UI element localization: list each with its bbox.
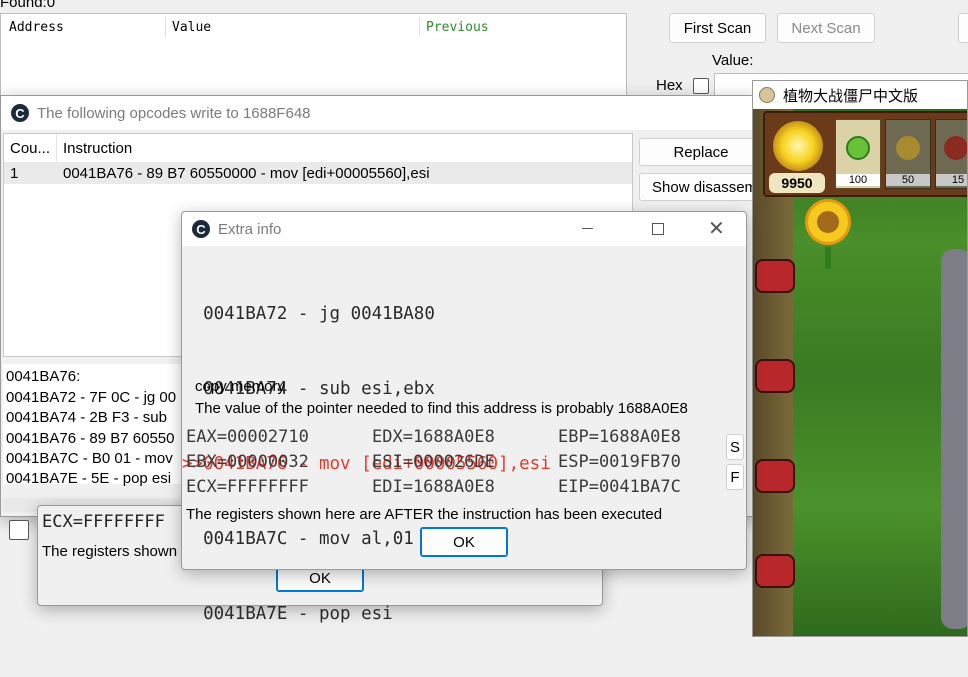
results-header: Address Value Previous [1,14,626,40]
seed-bank: 9950 100 50 15 [763,111,967,197]
copy-memory-link[interactable]: copy memory [195,378,285,395]
replace-button[interactable]: Replace [639,138,763,166]
game-titlebar[interactable]: 植物大战僵尸中文版 [753,81,967,109]
sun-counter: 9950 [769,173,825,193]
lawnmower-icon [755,554,795,588]
column-count[interactable]: Cou... [10,140,50,157]
column-instruction[interactable]: Instruction [63,140,132,157]
row-instruction: 0041BA76 - 89 B7 60550000 - mov [edi+000… [63,165,430,182]
game-window: 植物大战僵尸中文版 9950 100 50 15 [752,80,968,637]
register-value: EDI=1688A0E8 [372,477,495,497]
maximize-icon[interactable] [652,223,664,235]
disasm-line: 0041BA7C - B0 01 - mov [6,450,173,467]
cheat-engine-logo-icon: C [192,220,210,238]
column-previous[interactable]: Previous [426,20,489,35]
disasm-line: 0041BA7E - 5E - pop esi [6,470,172,487]
disasm-panel: 0041BA76: 0041BA72 - 7F 0C - jg 00 0041B… [3,364,193,487]
code-line: 0041BA7E - pop esi [182,604,393,624]
lawnmower-icon [755,459,795,493]
seed-packet-sunflower[interactable]: 50 [885,119,931,189]
sun-icon [773,121,823,171]
seed-packet-peashooter[interactable]: 100 [835,119,881,189]
lawnmower-icon [755,359,795,393]
extra-info-title: Extra info [218,220,282,238]
extra-info-dialog: C Extra info ✕ 0041BA72 - jg 0041BA80 00… [181,211,747,624]
disasm-line: 0041BA74 - 2B F3 - sub [6,409,167,426]
game-logo-icon [759,87,775,103]
seed-cost: 15 [936,174,967,186]
back-registers-note: The registers shown [42,543,178,560]
column-address[interactable]: Address [9,20,64,35]
extra-info-titlebar[interactable]: C Extra info ✕ [182,212,746,246]
ok-button[interactable]: OK [420,527,508,557]
stone-path [941,249,967,629]
register-value: ESI=000026DE [372,452,495,472]
register-value: EDX=1688A0E8 [372,427,495,447]
register-value: EBP=1688A0E8 [558,427,681,447]
game-title: 植物大战僵尸中文版 [783,87,919,105]
seed-cost: 100 [836,174,880,186]
next-scan-button[interactable]: Next Scan [777,13,875,43]
register-value: EAX=00002710 [186,427,309,447]
side-button-f[interactable]: F [726,464,744,490]
column-value[interactable]: Value [172,20,211,35]
disasm-line: 0041BA72 - 7F 0C - jg 00 [6,389,177,406]
found-label: Found:0 [0,0,56,11]
seed-packet-cherry[interactable]: 15 [935,119,967,189]
register-value: EIP=0041BA7C [558,477,681,497]
close-icon[interactable]: ✕ [708,216,725,241]
extra-button[interactable] [958,13,968,43]
minimize-icon[interactable] [582,228,593,229]
disasm-line: 0041BA76: [6,368,81,385]
show-disassembler-button[interactable]: Show disassem [639,173,763,201]
cherry-bomb-icon [944,136,967,160]
side-button-s[interactable]: S [726,434,744,460]
opcodes-titlebar[interactable]: C The following opcodes write to 1688F64… [1,96,759,130]
hex-label: Hex [656,77,683,94]
register-value: EBX=00000032 [186,452,309,472]
registers-footer-note: The registers shown here are AFTER the i… [186,506,663,523]
first-scan-button[interactable]: First Scan [669,13,766,43]
hex-checkbox[interactable] [693,78,709,94]
pointer-note: The value of the pointer needed to find … [195,400,688,417]
table-row[interactable]: 1 0041BA76 - 89 B7 60550000 - mov [edi+0… [4,162,632,184]
row-count: 1 [10,165,19,182]
register-value: ESP=0019FB70 [558,452,681,472]
lawnmower-icon [755,259,795,293]
results-list[interactable]: Address Value Previous [0,13,627,103]
opcodes-title: The following opcodes write to 1688F648 [37,104,311,122]
sunflower-seed-icon [896,136,920,160]
sunflower-icon [805,199,855,269]
cheat-engine-logo-icon: C [11,104,29,122]
back-ecx-text: ECX=FFFFFFFF [42,512,165,532]
disasm-line: 0041BA76 - 89 B7 60550 [6,430,175,447]
opcodes-list-header: Cou... Instruction [4,134,632,162]
code-line: 0041BA72 - jg 0041BA80 [182,304,435,324]
value-label: Value: [712,52,754,69]
back-checkbox[interactable] [9,520,29,540]
peashooter-icon [846,136,870,160]
seed-cost: 50 [886,174,930,186]
register-value: ECX=FFFFFFFF [186,477,309,497]
